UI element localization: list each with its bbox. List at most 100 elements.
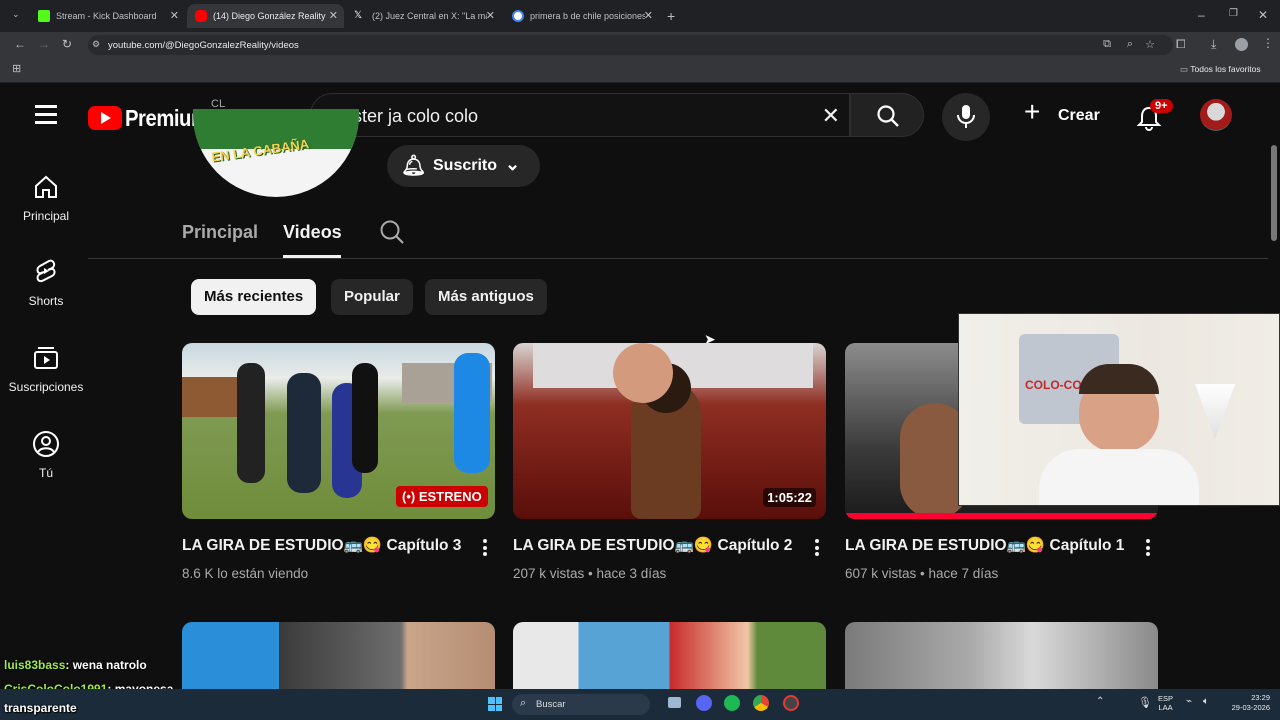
person-shape — [454, 353, 490, 473]
search-button[interactable] — [850, 93, 924, 137]
video-title[interactable]: LA GIRA DE ESTUDIO🚌😋 Capítulo 2 — [513, 536, 792, 555]
person-shape — [613, 343, 673, 403]
chevron-down-icon: ⌄ — [505, 154, 521, 174]
bookmarks-bar: ⊞ ▭ Todos los favoritos — [0, 58, 1280, 83]
clock[interactable]: 23:29 29-03-2026 — [1222, 693, 1270, 713]
video-menu-icon[interactable] — [483, 539, 487, 559]
extensions-icon[interactable]: ⧠ — [1176, 37, 1186, 52]
youtube-icon — [195, 10, 207, 22]
video-thumbnail[interactable] — [182, 622, 495, 689]
thumb-shape — [182, 377, 242, 417]
tab-x[interactable]: 𝕏 (2) Juez Central en X: "La marca ✕ — [346, 4, 501, 28]
page-scrollbar[interactable] — [1271, 145, 1277, 241]
sidebar-item-tu[interactable]: Tú — [0, 430, 92, 480]
maximize-icon[interactable]: ❐ — [1229, 8, 1238, 19]
close-tab-icon[interactable]: ✕ — [486, 9, 495, 22]
close-window-icon[interactable]: ✕ — [1258, 8, 1268, 22]
voice-search-button[interactable] — [942, 93, 990, 141]
user-avatar[interactable] — [1200, 99, 1232, 131]
tab-principal[interactable]: Principal — [182, 222, 258, 243]
taskbar-search[interactable]: ⌕ Buscar — [512, 694, 650, 715]
chrome-icon[interactable] — [753, 695, 769, 711]
tab-youtube[interactable]: (14) Diego González Reality - Yo ✕ — [187, 4, 344, 28]
video-thumbnail[interactable]: 1:05:22 — [513, 343, 826, 519]
install-icon[interactable]: ⧉ — [1103, 38, 1111, 51]
person-shape — [352, 363, 378, 473]
start-button[interactable] — [488, 697, 502, 711]
search-input[interactable]: master ja colo colo ✕ — [310, 93, 850, 137]
home-icon — [35, 175, 57, 198]
premiere-badge: (•) ESTRENO — [396, 486, 488, 507]
microphone-icon[interactable]: 🎙︎ — [1138, 696, 1152, 709]
windows-taskbar: ⌕ Buscar ⌃ 🎙︎ ESP LAA ⌁ 🔈︎ 23:29 29-03-2… — [0, 689, 1280, 720]
profile-avatar[interactable] — [1235, 38, 1248, 51]
live-icon: (•) — [402, 489, 416, 504]
chat-message: luis83bass: wena natrolo — [4, 658, 147, 672]
create-button[interactable]: + Crear — [1024, 96, 1104, 130]
subscribed-button[interactable]: 🔔︎ Suscrito ⌄ — [387, 145, 540, 187]
clear-search-icon[interactable]: ✕ — [822, 103, 840, 129]
reload-icon[interactable]: ↻ — [62, 37, 72, 51]
google-icon — [512, 10, 524, 22]
shorts-icon — [36, 259, 56, 283]
kick-icon — [38, 10, 50, 22]
notifications-button[interactable]: 9+ — [1136, 99, 1173, 132]
close-tab-icon[interactable]: ✕ — [329, 9, 338, 22]
account-icon — [33, 431, 59, 457]
video-meta: 607 k vistas • hace 7 días — [845, 566, 999, 581]
site-info-icon[interactable]: ⚙ — [92, 39, 100, 50]
network-icon[interactable]: ⌁ — [1186, 696, 1192, 707]
video-title[interactable]: LA GIRA DE ESTUDIO🚌😋 Capítulo 1 — [845, 536, 1124, 555]
watch-progress-bar — [845, 513, 1158, 519]
recording-app-icon[interactable] — [783, 695, 799, 711]
minimize-icon[interactable]: – — [1198, 8, 1205, 22]
sidebar-item-suscripciones[interactable]: Suscripciones — [0, 344, 92, 394]
person-hair-shape — [1079, 364, 1159, 394]
hamburger-menu-icon[interactable] — [35, 105, 57, 124]
youtube-logo-icon — [88, 106, 122, 130]
discord-icon[interactable] — [696, 695, 712, 711]
url-input[interactable]: ⚙ youtube.com/@DiegoGonzalezReality/vide… — [88, 35, 1173, 55]
channel-search-icon[interactable] — [379, 219, 405, 245]
language-indicator[interactable]: ESP LAA — [1158, 694, 1173, 712]
video-title[interactable]: LA GIRA DE ESTUDIO🚌😋 Capítulo 3 — [182, 536, 461, 555]
tab-google[interactable]: primera b de chile posiciones - ✕ — [504, 4, 659, 28]
person-shirt-shape — [1039, 449, 1199, 505]
spotify-icon[interactable] — [724, 695, 740, 711]
video-menu-icon[interactable] — [815, 539, 819, 559]
chat-message: transparente — [4, 701, 77, 715]
chip-popular[interactable]: Popular — [331, 279, 413, 315]
plus-icon: + — [1024, 96, 1041, 127]
person-shape — [287, 373, 321, 493]
tab-kick-dashboard[interactable]: Stream - Kick Dashboard ✕ — [30, 4, 185, 28]
x-icon: 𝕏 — [354, 10, 363, 21]
menu-icon[interactable]: ⋮ — [1262, 36, 1274, 50]
address-toolbar: ← → ↻ ⚙ youtube.com/@DiegoGonzalezRealit… — [0, 32, 1280, 58]
chip-mas-antiguos[interactable]: Más antiguos — [425, 279, 547, 315]
video-thumbnail[interactable]: (•) ESTRENO — [182, 343, 495, 519]
tab-videos[interactable]: Videos — [283, 222, 342, 243]
bookmark-star-icon[interactable]: ☆ — [1145, 38, 1155, 51]
channel-avatar[interactable]: EN LA CABAÑA — [193, 109, 359, 197]
all-bookmarks-button[interactable]: ▭ Todos los favoritos — [1180, 64, 1272, 77]
sidebar-item-principal[interactable]: Principal — [0, 173, 92, 223]
video-thumbnail[interactable] — [513, 622, 826, 689]
tray-overflow-icon[interactable]: ⌃ — [1096, 696, 1104, 707]
tab-search-icon[interactable]: ⌄ — [12, 9, 20, 20]
chip-mas-recientes[interactable]: Más recientes — [191, 279, 317, 315]
webcam-overlay: COLO-COLO — [958, 313, 1280, 506]
close-tab-icon[interactable]: ✕ — [170, 9, 179, 22]
video-thumbnail[interactable] — [845, 622, 1158, 689]
search-icon — [877, 105, 899, 127]
volume-icon[interactable]: 🔈︎ — [1203, 696, 1209, 707]
apps-grid-icon[interactable]: ⊞ — [12, 62, 21, 75]
file-explorer-icon[interactable] — [668, 697, 681, 708]
video-menu-icon[interactable] — [1146, 539, 1150, 559]
sidebar-item-shorts[interactable]: Shorts — [0, 258, 92, 308]
back-icon[interactable]: ← — [14, 37, 26, 51]
new-tab-button[interactable]: + — [667, 8, 675, 24]
forward-icon[interactable]: → — [38, 37, 50, 51]
zoom-icon[interactable]: ⌕ — [1127, 38, 1133, 51]
download-icon[interactable]: ⤓ — [1211, 37, 1216, 52]
close-tab-icon[interactable]: ✕ — [644, 9, 653, 22]
